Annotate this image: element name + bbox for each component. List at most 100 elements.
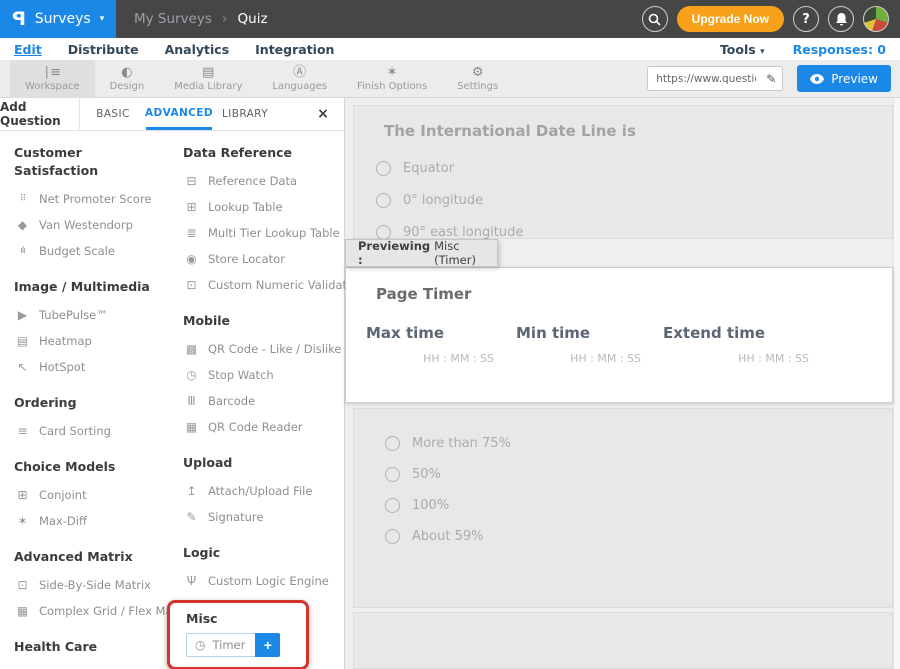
survey-url-box: ✎ xyxy=(647,66,783,91)
item-custom-logic-engine[interactable]: ΨCustom Logic Engine xyxy=(183,568,344,594)
item-attach-upload-file[interactable]: ↥Attach/Upload File xyxy=(183,478,344,504)
close-panel-button[interactable]: × xyxy=(302,98,344,130)
breadcrumb-current-survey: Quiz xyxy=(238,11,268,27)
reference-data-icon: ⊟ xyxy=(183,174,200,188)
matrix-icon: ⊡ xyxy=(14,578,31,592)
panel-column-2: Data Reference ⊟Reference Data ⊞Lookup T… xyxy=(170,144,344,669)
breadcrumb: My Surveys › Quiz xyxy=(134,11,268,27)
item-complex-grid-flex-matrix[interactable]: ▦Complex Grid / Flex Matrix xyxy=(14,598,170,624)
user-avatar[interactable] xyxy=(863,6,889,32)
item-qr-code-like-dislike[interactable]: ▩QR Code - Like / Dislike xyxy=(183,336,344,362)
wand-icon: ✶ xyxy=(14,514,31,528)
min-time-input[interactable]: HH : MM : SS xyxy=(516,352,641,365)
section-image-multimedia: Image / Multimedia ▶TubePulse™ ▤Heatmap … xyxy=(14,278,170,380)
tiers-icon: ≣ xyxy=(183,226,200,240)
product-switcher[interactable]: P Surveys ▾ xyxy=(0,0,116,38)
item-store-locator[interactable]: ◉Store Locator xyxy=(183,246,344,272)
section-header: Customer Satisfaction xyxy=(14,144,170,180)
toolbar-media-library[interactable]: ▤ Media Library xyxy=(159,60,257,98)
item-homunculus-question[interactable]: ◪Homunculus Question xyxy=(14,662,170,669)
map-pin-icon: ◉ xyxy=(183,252,200,266)
nav-tab-analytics[interactable]: Analytics xyxy=(165,42,230,57)
item-timer[interactable]: ◷ Timer xyxy=(186,633,255,657)
question-text: The International Date Line is xyxy=(354,106,892,140)
min-time-label: Min time xyxy=(516,324,641,342)
breadcrumb-my-surveys[interactable]: My Surveys xyxy=(134,11,212,27)
option-label: About 59% xyxy=(412,529,483,544)
nav-tab-integration[interactable]: Integration xyxy=(255,42,334,57)
item-lookup-table[interactable]: ⊞Lookup Table xyxy=(183,194,344,220)
item-barcode[interactable]: ⅢBarcode xyxy=(183,388,344,414)
radio-button[interactable] xyxy=(385,467,400,482)
extend-time-input[interactable]: HH : MM : SS xyxy=(663,352,809,365)
upgrade-now-button[interactable]: Upgrade Now xyxy=(677,6,784,32)
image-icon: ▤ xyxy=(14,334,31,348)
grid-icon: ▦ xyxy=(14,604,31,618)
item-hotspot[interactable]: ↖HotSpot xyxy=(14,354,170,380)
survey-nav: Edit Distribute Analytics Integration To… xyxy=(0,38,900,60)
edit-url-button[interactable]: ✎ xyxy=(760,66,782,91)
item-custom-numeric-validator[interactable]: ⊡Custom Numeric Validator xyxy=(183,272,344,298)
item-signature[interactable]: ✎Signature xyxy=(183,504,344,530)
add-timer-button[interactable]: + xyxy=(255,633,280,657)
languages-icon: Ⓐ xyxy=(293,66,306,80)
preview-button[interactable]: Preview xyxy=(797,65,891,92)
notifications-button[interactable] xyxy=(828,6,854,32)
toolbar-settings[interactable]: ⚙ Settings xyxy=(442,60,513,98)
radio-button[interactable] xyxy=(376,193,391,208)
section-header: Ordering xyxy=(14,394,170,412)
item-max-diff[interactable]: ✶Max-Diff xyxy=(14,508,170,534)
timer-row: ◷ Timer + xyxy=(186,633,306,657)
help-button[interactable]: ? xyxy=(793,6,819,32)
item-side-by-side-matrix[interactable]: ⊡Side-By-Side Matrix xyxy=(14,572,170,598)
item-tubepulse[interactable]: ▶TubePulse™ xyxy=(14,302,170,328)
option-label: 100% xyxy=(412,498,449,513)
item-net-promoter-score[interactable]: ⠿Net Promoter Score xyxy=(14,186,170,212)
tab-basic[interactable]: BASIC xyxy=(80,98,146,130)
radio-button[interactable] xyxy=(376,161,391,176)
tab-library[interactable]: LIBRARY xyxy=(212,98,278,130)
item-budget-scale[interactable]: ılıBudget Scale xyxy=(14,238,170,264)
nav-tab-distribute[interactable]: Distribute xyxy=(68,42,139,57)
survey-url-input[interactable] xyxy=(648,73,760,85)
item-qr-code-reader[interactable]: ▦QR Code Reader xyxy=(183,414,344,440)
chevron-down-icon: ▾ xyxy=(760,47,765,57)
radio-button[interactable] xyxy=(385,436,400,451)
qr-code-icon: ▩ xyxy=(183,342,200,356)
radio-button[interactable] xyxy=(376,225,391,240)
max-time-input[interactable]: HH : MM : SS xyxy=(366,352,494,365)
toolbar-design[interactable]: ◐ Design xyxy=(95,60,160,98)
responses-count[interactable]: Responses: 0 xyxy=(793,42,886,57)
tools-menu[interactable]: Tools ▾ xyxy=(720,42,765,57)
extend-time-field: Extend time HH : MM : SS xyxy=(663,324,809,365)
item-van-westendorp[interactable]: ◆Van Westendorp xyxy=(14,212,170,238)
cards-icon: ⊞ xyxy=(14,488,31,502)
search-button[interactable] xyxy=(642,6,668,32)
lookup-table-icon: ⊞ xyxy=(183,200,200,214)
question-card-next xyxy=(353,612,893,669)
canvas-scrollbar[interactable] xyxy=(893,98,900,669)
item-heatmap[interactable]: ▤Heatmap xyxy=(14,328,170,354)
radio-button[interactable] xyxy=(385,529,400,544)
nav-tab-edit[interactable]: Edit xyxy=(14,42,42,57)
item-multi-tier-lookup-table[interactable]: ≣Multi Tier Lookup Table xyxy=(183,220,344,246)
bar-scale-icon: ılı xyxy=(14,246,31,256)
close-icon: × xyxy=(317,106,329,122)
toolbar-right: ✎ Preview xyxy=(647,65,900,92)
section-header: Health Care xyxy=(14,638,170,656)
toolbar-workspace[interactable]: ∣≡ Workspace xyxy=(10,60,95,98)
design-palette-icon: ◐ xyxy=(121,66,132,80)
panel-body: Customer Satisfaction ⠿Net Promoter Scor… xyxy=(0,131,344,669)
item-stop-watch[interactable]: ◷Stop Watch xyxy=(183,362,344,388)
item-reference-data[interactable]: ⊟Reference Data xyxy=(183,168,344,194)
questionpro-logo-icon: P xyxy=(12,10,26,29)
radio-button[interactable] xyxy=(385,498,400,513)
previewing-target: Misc (Timer) xyxy=(434,239,497,267)
tab-advanced[interactable]: ADVANCED xyxy=(146,98,212,130)
section-health-care: Health Care ◪Homunculus Question xyxy=(14,638,170,669)
toolbar-finish-options[interactable]: ✶ Finish Options xyxy=(342,60,442,98)
item-card-sorting[interactable]: ≡Card Sorting xyxy=(14,418,170,444)
toolbar-languages[interactable]: Ⓐ Languages xyxy=(257,60,342,98)
option-label: 50% xyxy=(412,467,441,482)
item-conjoint[interactable]: ⊞Conjoint xyxy=(14,482,170,508)
